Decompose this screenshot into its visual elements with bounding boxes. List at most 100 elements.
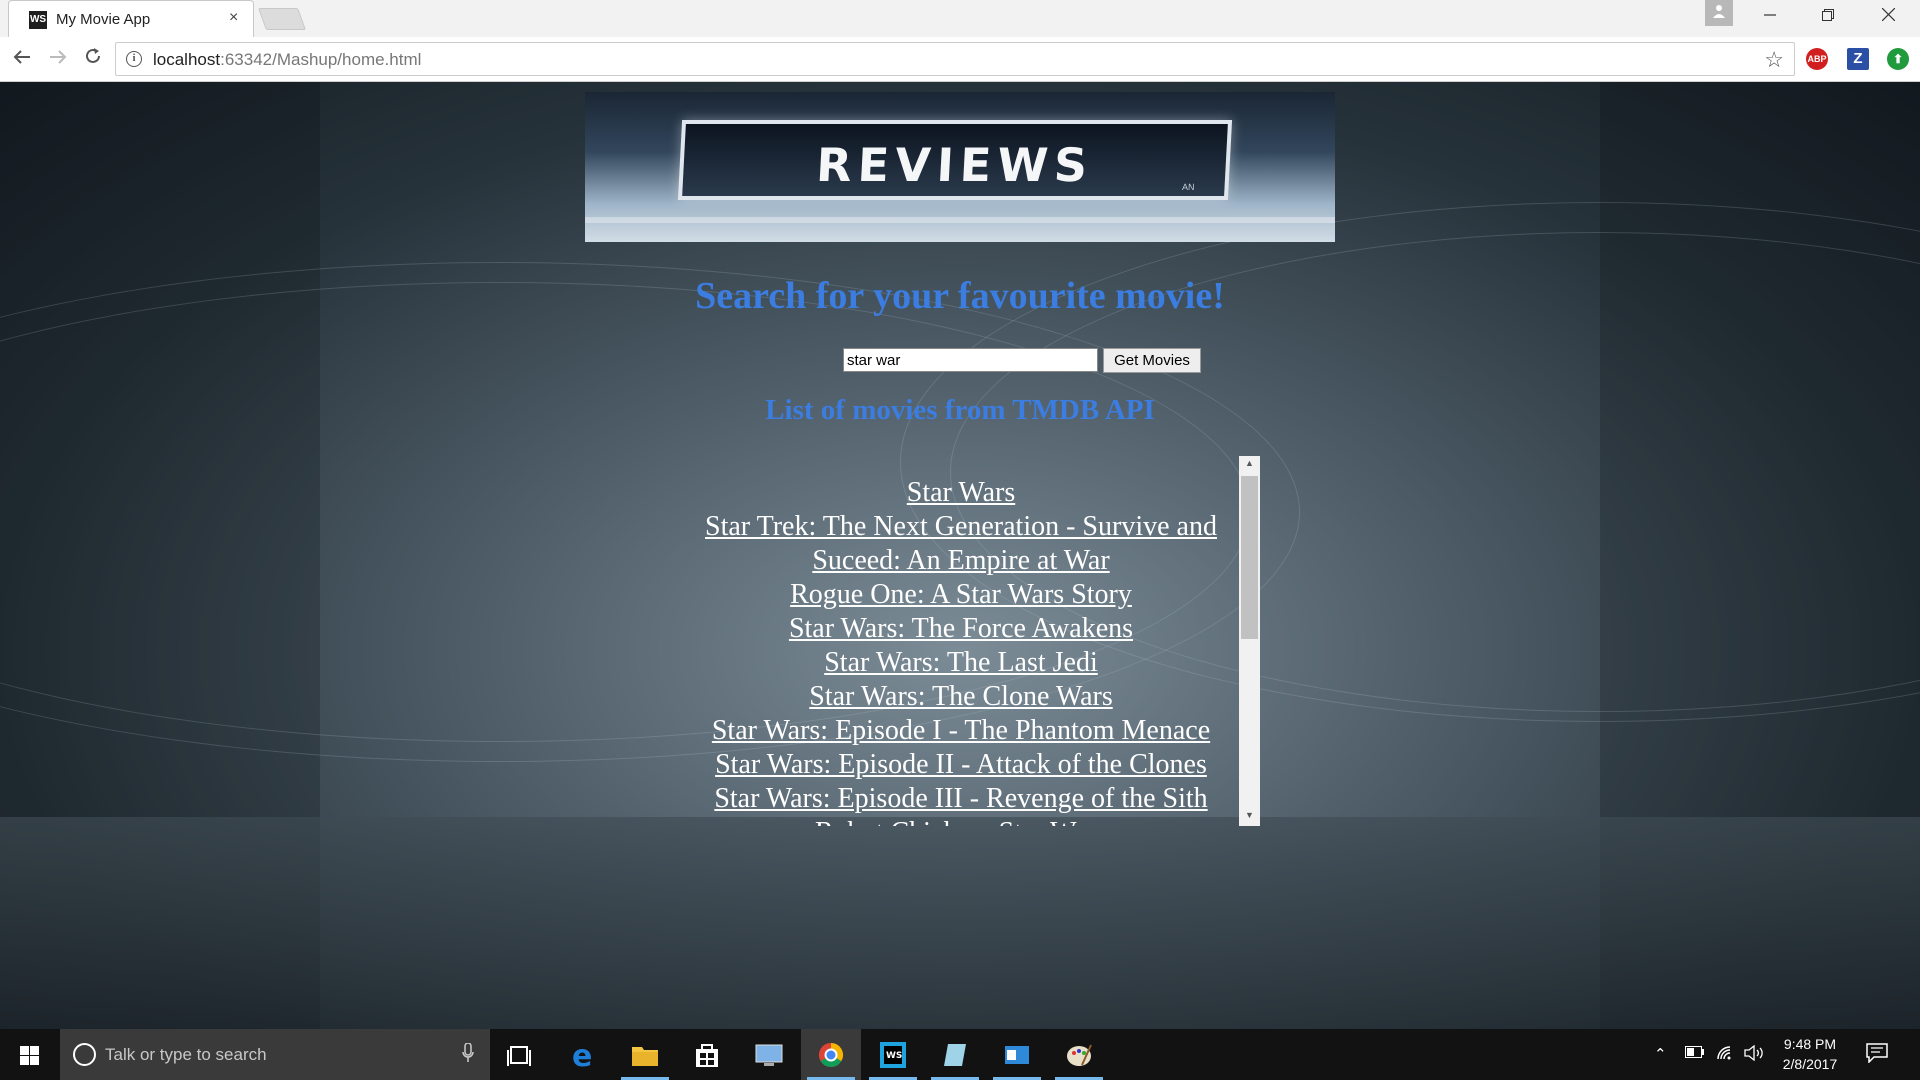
- close-window-button[interactable]: [1860, 0, 1916, 34]
- taskbar-outlook[interactable]: [987, 1029, 1047, 1080]
- edge-browser-icon: e: [572, 1041, 592, 1069]
- list-item: Star Wars: Episode II - Attack of the Cl…: [682, 748, 1240, 782]
- bookmark-star-icon[interactable]: ☆: [1764, 47, 1784, 73]
- webstorm-icon: WS: [880, 1042, 906, 1068]
- battery-icon[interactable]: [1685, 1045, 1705, 1062]
- reload-button[interactable]: [79, 45, 107, 73]
- list-item: Star Wars: The Force Awakens: [682, 612, 1240, 646]
- url-text: localhost:63342/Mashup/home.html: [153, 50, 421, 70]
- start-button[interactable]: [0, 1029, 58, 1080]
- list-item: Star Wars: Episode I - The Phantom Menac…: [682, 714, 1240, 748]
- movie-search-input[interactable]: [843, 348, 1098, 372]
- windows-taskbar: Talk or type to search e WS ⌃ 9:48 PM 2/…: [0, 1029, 1920, 1080]
- windows-logo-icon: [20, 1046, 39, 1065]
- banner-plate: REVIEWS AN: [677, 120, 1233, 200]
- tab-close-icon[interactable]: ×: [229, 9, 238, 27]
- movie-link[interactable]: Star Wars: The Last Jedi: [824, 647, 1098, 678]
- back-button[interactable]: [8, 45, 36, 73]
- taskbar-store[interactable]: [677, 1029, 737, 1080]
- forward-button[interactable]: [44, 45, 72, 73]
- svg-text:WS: WS: [886, 1051, 902, 1061]
- page-viewport: REVIEWS AN Search for your favourite mov…: [0, 82, 1920, 1029]
- tab-title: My Movie App: [56, 11, 151, 28]
- profile-button[interactable]: [1705, 0, 1733, 26]
- banner-sub: AN: [1181, 182, 1195, 192]
- address-bar[interactable]: i localhost:63342/Mashup/home.html ☆: [115, 42, 1795, 76]
- wifi-icon[interactable]: [1716, 1045, 1736, 1065]
- movie-link[interactable]: Star Wars: Episode I - The Phantom Menac…: [712, 715, 1210, 746]
- movie-link[interactable]: Star Wars: [907, 477, 1015, 508]
- taskbar-search-placeholder: Talk or type to search: [105, 1045, 267, 1064]
- list-item: Star Wars: The Last Jedi: [682, 646, 1240, 680]
- movie-list-scrollbar[interactable]: ▲ ▼: [1239, 456, 1260, 826]
- page-title: Search for your favourite movie!: [695, 275, 1225, 317]
- banner-stripe: [585, 217, 1335, 223]
- movie-link[interactable]: Star Wars: The Clone Wars: [809, 681, 1112, 712]
- movie-link[interactable]: Star Wars: Episode II - Attack of the Cl…: [715, 749, 1207, 780]
- taskbar-search-box[interactable]: Talk or type to search: [60, 1029, 490, 1080]
- scroll-thumb[interactable]: [1241, 476, 1258, 639]
- svg-text:e: e: [572, 1041, 592, 1069]
- movie-list: Star Wars Star Trek: The Next Generation…: [682, 456, 1240, 826]
- back-arrow-icon: [13, 50, 30, 64]
- list-item: Star Wars: Episode III - Revenge of the …: [682, 782, 1240, 816]
- taskbar-file-explorer[interactable]: [615, 1029, 675, 1080]
- banner-title: REVIEWS: [814, 138, 1095, 192]
- scroll-up-arrow-icon[interactable]: ▲: [1239, 458, 1260, 472]
- list-item: Star Trek: The Next Generation - Survive…: [682, 510, 1240, 578]
- clock-date: 2/8/2017: [1782, 1056, 1838, 1072]
- new-tab-button[interactable]: [257, 8, 307, 30]
- taskbar-notes[interactable]: [925, 1029, 985, 1080]
- adblock-extension-icon[interactable]: ABP: [1806, 48, 1828, 70]
- restore-icon: [1822, 9, 1834, 21]
- notes-icon: [944, 1044, 966, 1066]
- movie-link[interactable]: Star Trek: The Next Generation - Survive…: [705, 511, 1217, 576]
- person-icon: [1713, 5, 1725, 18]
- task-view-button[interactable]: [490, 1029, 550, 1080]
- taskbar-chrome[interactable]: [801, 1029, 861, 1080]
- list-item: Star Wars: The Clone Wars: [682, 680, 1240, 714]
- list-item: Rogue One: A Star Wars Story: [682, 578, 1240, 612]
- close-icon: [1881, 7, 1895, 22]
- taskbar-edge[interactable]: e: [553, 1029, 613, 1080]
- taskbar-webstorm[interactable]: WS: [863, 1029, 923, 1080]
- chrome-icon: [818, 1043, 844, 1068]
- reload-icon: [86, 48, 100, 63]
- movie-list-heading: List of movies from TMDB API: [765, 394, 1155, 426]
- movie-list-container: Star Wars Star Trek: The Next Generation…: [682, 456, 1260, 826]
- tray-overflow-chevron-icon[interactable]: ⌃: [1654, 1045, 1667, 1063]
- microphone-icon[interactable]: [462, 1042, 474, 1068]
- webstorm-favicon-icon: WS: [29, 11, 47, 29]
- store-bag-icon: [696, 1044, 718, 1067]
- taskbar-clock[interactable]: 9:48 PM 2/8/2017: [1760, 1034, 1860, 1074]
- info-icon[interactable]: i: [126, 51, 142, 67]
- browser-tab[interactable]: WS My Movie App ×: [8, 0, 254, 37]
- movie-link[interactable]: Star Wars: The Force Awakens: [789, 613, 1133, 644]
- folder-icon: [632, 1047, 658, 1066]
- scroll-down-arrow-icon[interactable]: ▼: [1239, 810, 1260, 824]
- movie-link[interactable]: Star Wars: Episode III - Revenge of the …: [714, 783, 1207, 814]
- clock-time: 9:48 PM: [1783, 1036, 1837, 1052]
- get-movies-button[interactable]: Get Movies: [1103, 348, 1201, 373]
- reviews-banner: REVIEWS AN: [585, 92, 1335, 242]
- minimize-icon: [1764, 14, 1776, 16]
- minimize-button[interactable]: [1742, 0, 1798, 34]
- background-floor: [0, 817, 1920, 1029]
- cortana-icon[interactable]: [73, 1043, 96, 1066]
- url-host: localhost: [153, 50, 221, 69]
- url-path: :63342/Mashup/home.html: [220, 50, 422, 69]
- action-center-icon[interactable]: [1866, 1043, 1890, 1065]
- paint-palette-icon: [1067, 1044, 1092, 1066]
- z-extension-icon[interactable]: Z: [1847, 48, 1869, 70]
- outlook-icon: [1005, 1046, 1029, 1064]
- green-extension-icon[interactable]: ⬆: [1887, 48, 1909, 70]
- taskbar-paint[interactable]: [1049, 1029, 1109, 1080]
- task-view-icon: [507, 1046, 531, 1066]
- forward-arrow-icon: [50, 50, 67, 64]
- list-item: Robot Chicken: Star Wars: [682, 816, 1240, 826]
- movie-link[interactable]: Robot Chicken: Star Wars: [815, 817, 1107, 826]
- movie-link[interactable]: Rogue One: A Star Wars Story: [790, 579, 1132, 610]
- taskbar-remote-desktop[interactable]: [739, 1029, 799, 1080]
- restore-button[interactable]: [1800, 0, 1856, 34]
- monitor-icon: [755, 1044, 783, 1066]
